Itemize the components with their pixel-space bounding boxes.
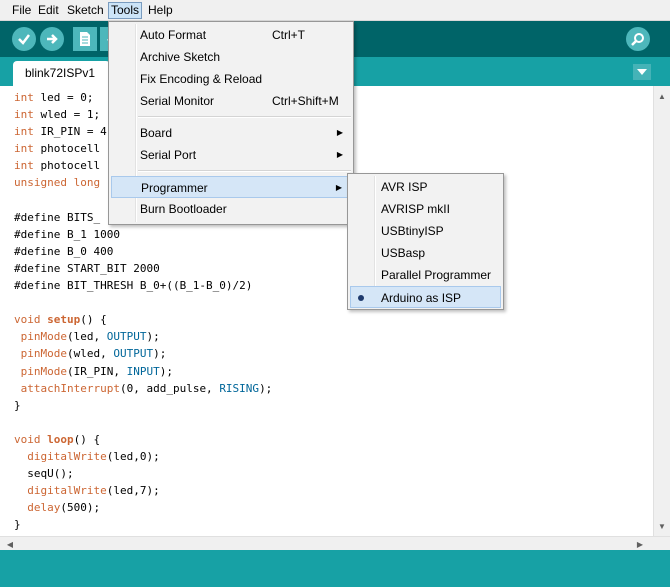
upload-icon <box>47 34 58 44</box>
code-line: digitalWrite(led,0); <box>27 449 160 463</box>
radio-selected-icon <box>358 295 364 301</box>
code-line: pinMode(wled, OUTPUT); <box>20 347 167 361</box>
upload-button[interactable] <box>40 27 64 51</box>
menu-item-burn-bootloader[interactable]: Burn Bootloader <box>111 198 351 220</box>
status-bar <box>0 550 670 587</box>
code-line: #define B_0 400 <box>14 244 114 258</box>
code-line: pinMode(IR_PIN, INPUT); <box>20 364 173 378</box>
verify-button[interactable] <box>12 27 36 51</box>
scroll-up-icon[interactable]: ▲ <box>654 88 670 104</box>
menu-item-parallel-programmer[interactable]: Parallel Programmer <box>350 264 501 286</box>
horizontal-scrollbar[interactable]: ◀ ▶ <box>0 536 670 550</box>
menu-item-label: Burn Bootloader <box>140 202 227 216</box>
menu-item-serial-port[interactable]: Serial Port ▶ <box>111 144 351 166</box>
menu-help[interactable]: Help <box>146 2 175 19</box>
code-line: #define B_1 1000 <box>14 227 120 241</box>
menu-item-programmer[interactable]: Programmer ▶ <box>111 176 351 198</box>
menu-item-fix-encoding[interactable]: Fix Encoding & Reload <box>111 68 351 90</box>
menu-item-label: Auto Format <box>140 28 207 42</box>
menu-item-label: Board <box>140 126 173 140</box>
menu-item-label: AVRISP mkII <box>381 202 450 216</box>
code-line: } <box>14 398 21 412</box>
new-button[interactable] <box>73 27 97 51</box>
menu-item-arduino-as-isp[interactable]: Arduino as ISP <box>350 286 501 308</box>
code-line: #define START_BIT 2000 <box>14 261 160 275</box>
menu-item-label: Archive Sketch <box>140 50 221 64</box>
code-line: void setup() { <box>14 313 107 327</box>
code-line: pinMode(led, OUTPUT); <box>20 330 160 344</box>
scroll-right-icon[interactable]: ▶ <box>632 537 648 551</box>
menu-separator <box>138 170 351 172</box>
serial-monitor-button[interactable] <box>626 27 650 51</box>
code-line: delay(500); <box>27 501 101 515</box>
submenu-arrow-icon: ▶ <box>335 183 342 192</box>
code-line: unsigned long <box>14 176 101 190</box>
submenu-arrow-icon: ▶ <box>336 128 343 137</box>
chevron-down-icon <box>637 69 647 75</box>
code-line: seqU(); <box>14 467 74 481</box>
code-line: int IR_PIN = 4 <box>14 125 107 139</box>
menu-item-usbtinyisp[interactable]: USBtinyISP <box>350 220 501 242</box>
menu-item-label: Fix Encoding & Reload <box>140 72 263 86</box>
menu-item-label: Arduino as ISP <box>381 291 462 305</box>
menu-item-auto-format[interactable]: Auto Format Ctrl+T <box>111 24 351 46</box>
code-line: #define BIT_THRESH B_0+((B_1-B_0)/2) <box>14 279 253 293</box>
tab-sketch[interactable]: blink72ISPv1 <box>13 61 110 86</box>
menu-tools[interactable]: Tools <box>108 2 143 19</box>
code-line: #define BITS_ <box>14 210 101 224</box>
scroll-down-icon[interactable]: ▼ <box>654 518 670 534</box>
programmer-submenu: AVR ISP AVRISP mkII USBtinyISP USBasp Pa… <box>347 173 504 310</box>
menu-sketch[interactable]: Sketch <box>65 2 106 19</box>
menu-file[interactable]: File <box>10 2 33 19</box>
new-icon <box>80 32 90 46</box>
code-line: void loop() { <box>14 432 101 446</box>
menu-item-shortcut: Ctrl+Shift+M <box>272 94 339 108</box>
verify-icon <box>18 34 30 45</box>
vertical-scrollbar[interactable]: ▲ ▼ <box>653 86 670 536</box>
menu-item-label: Programmer <box>141 181 208 195</box>
magnifier-icon <box>631 33 644 46</box>
code-line: attachInterrupt(0, add_pulse, RISING); <box>20 381 273 395</box>
menu-item-label: Serial Monitor <box>140 94 215 108</box>
menu-item-avrisp-mkii[interactable]: AVRISP mkII <box>350 198 501 220</box>
tab-menu-button[interactable] <box>633 64 651 80</box>
menu-item-label: USBtinyISP <box>381 224 444 238</box>
submenu-arrow-icon: ▶ <box>336 150 343 159</box>
tools-menu: Auto Format Ctrl+T Archive Sketch Fix En… <box>108 21 354 225</box>
menu-item-archive-sketch[interactable]: Archive Sketch <box>111 46 351 68</box>
code-line: int led = 0; <box>14 91 94 104</box>
menu-item-board[interactable]: Board ▶ <box>111 122 351 144</box>
code-line: int wled = 1; <box>14 108 101 122</box>
menu-separator <box>138 116 351 118</box>
menu-item-label: USBasp <box>381 246 426 260</box>
menu-item-label: AVR ISP <box>381 180 428 194</box>
code-line: digitalWrite(led,7); <box>27 484 160 498</box>
code-line: int photocell <box>14 142 101 156</box>
menu-item-label: Serial Port <box>140 148 197 162</box>
menu-item-shortcut: Ctrl+T <box>272 28 305 42</box>
menu-item-serial-monitor[interactable]: Serial Monitor Ctrl+Shift+M <box>111 90 351 112</box>
menu-bar: File Edit Sketch Tools Help <box>0 0 670 21</box>
menu-item-label: Parallel Programmer <box>381 268 492 282</box>
code-line: } <box>14 518 21 532</box>
menu-item-avr-isp[interactable]: AVR ISP <box>350 176 501 198</box>
menu-edit[interactable]: Edit <box>36 2 61 19</box>
menu-item-usbasp[interactable]: USBasp <box>350 242 501 264</box>
scroll-left-icon[interactable]: ◀ <box>2 537 18 551</box>
code-line: int photocell <box>14 159 101 173</box>
